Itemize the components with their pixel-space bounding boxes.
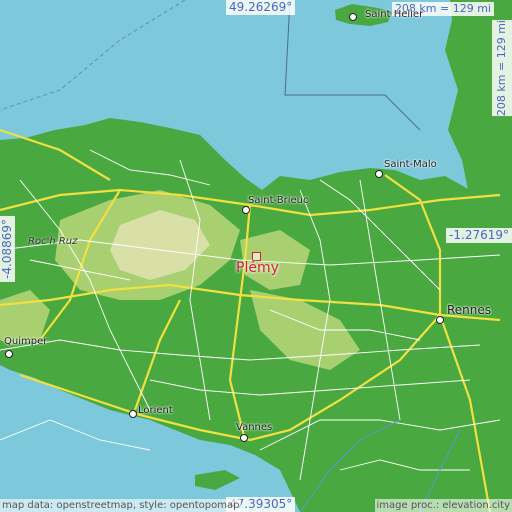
scale-vertical: 208 km = 129 mi [492, 20, 512, 117]
city-label-quimper[interactable]: Quimper [4, 336, 47, 347]
coordinate-top-label: 49.26269° [226, 0, 296, 15]
city-label-saint-helier[interactable]: Saint Helier [365, 9, 423, 20]
city-dot-saint-malo[interactable] [375, 170, 383, 178]
coordinate-right-label: -1.27619° [446, 228, 512, 243]
map-credit: map data: openstreetmap, style: opentopo… [0, 499, 242, 512]
city-label-saint-brieuc[interactable]: Saint-Brieuc [248, 195, 309, 206]
place-label-plemy[interactable]: Plémy [236, 260, 279, 276]
city-label-rennes[interactable]: Rennes [447, 303, 491, 317]
image-credit: image proc.: elevation.city [374, 499, 512, 512]
coordinate-right-text: -1.27619° [449, 228, 509, 242]
city-dot-vannes[interactable] [240, 434, 248, 442]
coordinate-left-label: -4.08869° [0, 216, 15, 282]
city-dot-rennes[interactable] [436, 316, 444, 324]
place-label-roch-ruz: Roc'h Ruz [28, 236, 78, 247]
city-label-saint-malo[interactable]: Saint-Malo [384, 159, 437, 170]
city-dot-saint-brieuc[interactable] [242, 206, 250, 214]
city-dot-lorient[interactable] [129, 410, 137, 418]
city-label-vannes[interactable]: Vannes [236, 422, 272, 433]
city-label-lorient[interactable]: Lorient [138, 405, 173, 416]
elevation-map[interactable]: 49.26269° 47.39305° -4.08869° -1.27619° … [0, 0, 512, 512]
city-dot-saint-helier[interactable] [349, 13, 357, 21]
city-dot-quimper[interactable] [5, 350, 13, 358]
